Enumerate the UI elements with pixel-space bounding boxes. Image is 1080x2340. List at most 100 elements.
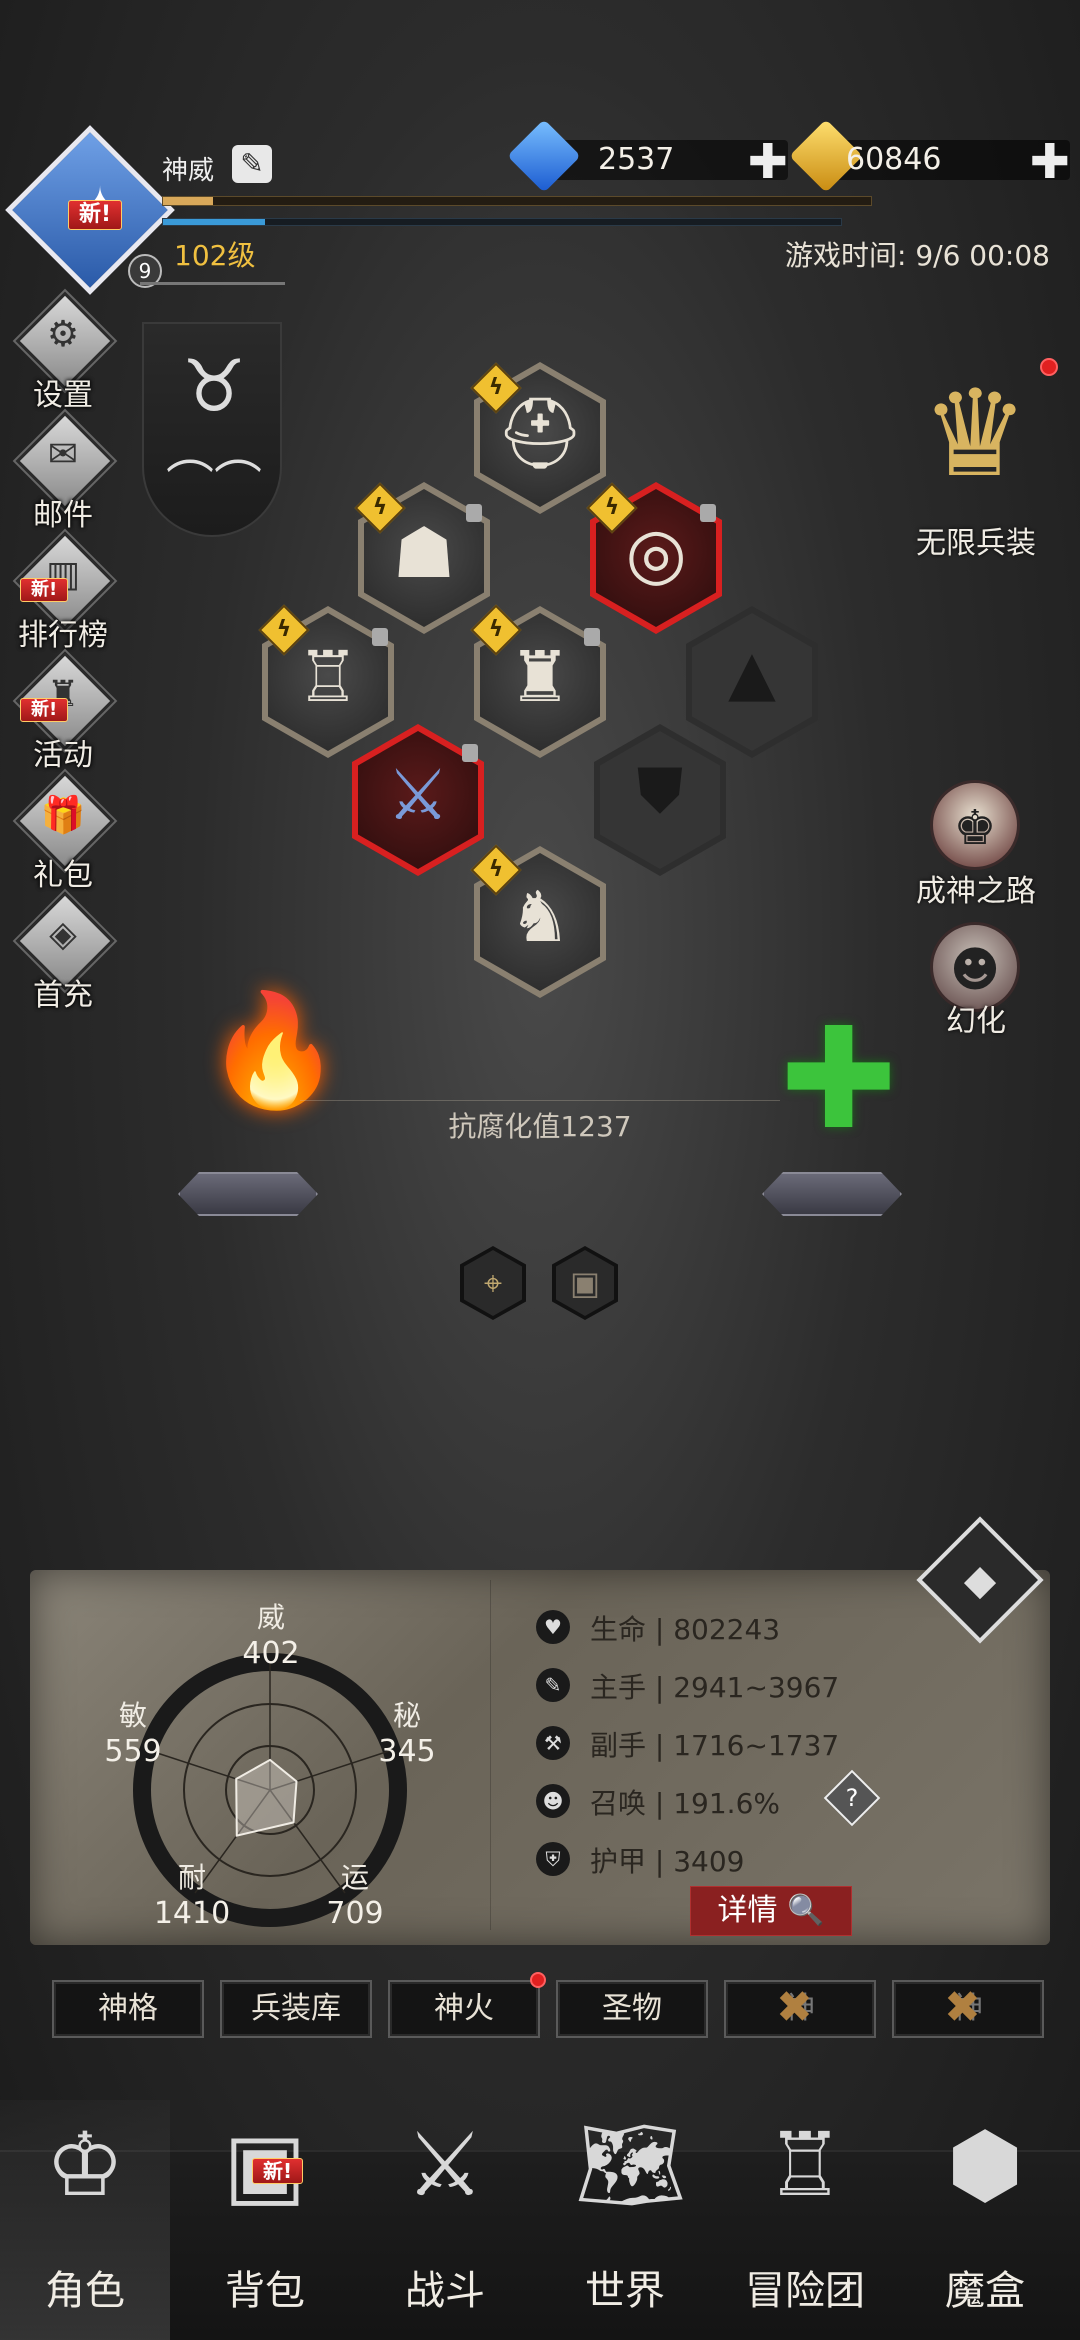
sub-tab-5[interactable]: 神 ✖: [892, 1980, 1044, 2038]
lock-icon: [462, 744, 478, 762]
shield-icon: ⛊: [636, 754, 684, 827]
stat-wei-label: 威: [256, 1601, 285, 1634]
sub-tab-3[interactable]: 圣物: [556, 1980, 708, 2038]
add-gems-button[interactable]: ✚: [748, 134, 788, 190]
player-name: 神威: [162, 156, 215, 186]
gem-currency: 2537 ✚: [507, 119, 788, 193]
nav-label: 魔盒: [945, 2268, 1025, 2314]
sub-tab-2[interactable]: 神火: [388, 1972, 546, 2038]
radar-polygon: [235, 1758, 298, 1837]
gift-icon: 🎁: [40, 795, 86, 836]
stat-min-value: 559: [104, 1734, 162, 1769]
nav-backpack[interactable]: ▣新!背包: [180, 2100, 350, 2340]
edit-name-button[interactable]: ✎: [232, 145, 272, 183]
energy-bar: [162, 218, 842, 226]
nav-character[interactable]: ♔ 角色: [0, 2100, 170, 2340]
lock-icon: [372, 628, 388, 646]
axe-icon: ⚔: [386, 754, 450, 836]
new-badge: 新!: [20, 578, 69, 602]
stat-min-label: 敏: [118, 1699, 147, 1732]
stat-row: ⚒ 副手 | 1716~1737: [536, 1718, 936, 1768]
lock-icon: [584, 628, 600, 646]
crossed-swords-lock-icon: ✖: [776, 1982, 813, 2033]
side-menu-label: 设置: [33, 378, 93, 413]
sub-tab-label: 神格: [98, 1991, 158, 2026]
add-gold-button[interactable]: ✚: [1030, 134, 1070, 190]
sub-tab-4[interactable]: 神 ✖: [724, 1980, 876, 2038]
magic-box-icon: ⬢: [946, 2113, 1024, 2216]
side-menu-mail[interactable]: ✉ 邮件: [8, 411, 118, 533]
lock-icon: [466, 504, 482, 522]
side-menu-gear[interactable]: ⚙ 设置: [8, 291, 118, 413]
stat-row-text: 副手 | 1716~1737: [590, 1729, 840, 1762]
add-slot-button[interactable]: ✚: [780, 1010, 897, 1150]
nav-label: 角色: [45, 2268, 125, 2314]
nav-world-map[interactable]: 🗺 世界: [540, 2100, 710, 2340]
battle-icon: ⚔: [405, 2113, 485, 2216]
stat-row: ♥ 生命 | 802243: [536, 1602, 936, 1652]
infinite-equip-icon[interactable]: ♛: [900, 355, 1050, 515]
lock-button[interactable]: ▣: [552, 1246, 618, 1320]
stat-row-text: 护甲 | 3409: [590, 1845, 745, 1878]
first-charge-icon: ◈: [49, 914, 77, 955]
mail-icon: ✉: [47, 434, 79, 475]
details-button[interactable]: 详情 🔍: [690, 1886, 852, 1936]
nav-magic-box[interactable]: ⬢ 魔盒: [900, 2100, 1070, 2340]
stat-nai: 耐 1410: [152, 1856, 232, 1936]
sub-tab-0[interactable]: 神格: [52, 1980, 204, 2038]
side-menu-label: 活动: [33, 738, 93, 773]
stat-min: 敏 559: [98, 1694, 168, 1774]
godhood-path-label[interactable]: 成神之路: [886, 866, 1066, 910]
world-map-icon: 🗺: [575, 2113, 687, 2216]
side-menu-first-charge[interactable]: ◈ 首充: [8, 891, 118, 1013]
cape-icon: ▲: [728, 636, 776, 709]
sub-tab-1[interactable]: 兵装库: [220, 1980, 372, 2038]
stat-yun-value: 709: [326, 1896, 384, 1931]
player-level: 102级: [174, 239, 256, 272]
stat-row: ✎ 主手 | 2941~3967: [536, 1660, 936, 1710]
side-menu-ranking[interactable]: ▥ 新! 排行榜: [8, 531, 118, 653]
stat-mi-value: 345: [378, 1734, 436, 1769]
location-button[interactable]: ⌖: [460, 1246, 526, 1320]
blue-gem-icon: [507, 119, 581, 193]
left-pedestal: [178, 1172, 318, 1216]
side-menu-label: 邮件: [33, 498, 93, 533]
new-badge: 新!: [20, 698, 69, 722]
gem-amount: 2537: [598, 142, 675, 177]
character-icon: ♔: [45, 2113, 125, 2216]
wing-crest-icon: ⌒⌒: [165, 456, 262, 512]
transform-label[interactable]: 幻化: [886, 996, 1066, 1040]
nav-label: 冒险团: [745, 2268, 865, 2314]
gold-currency: 60846 ✚: [789, 119, 1070, 193]
stat-mi-label: 秘: [392, 1699, 421, 1732]
stat-row-text: 生命 | 802243: [590, 1613, 781, 1646]
equip-slot-cape[interactable]: ▲: [686, 606, 818, 758]
energy-bar-fill: [163, 219, 265, 225]
stat-row-text: 召唤 | 191.6%: [590, 1787, 780, 1820]
demon-crest-icon: ♉: [181, 344, 247, 428]
godhood-path-icon[interactable]: ♚: [930, 780, 1020, 870]
stat-nai-label: 耐: [177, 1861, 206, 1894]
equip-slot-shield[interactable]: ⛊: [594, 724, 726, 876]
stat-wei-value: 402: [242, 1636, 300, 1671]
xp-bar: [162, 196, 872, 206]
crossed-swords-lock-icon: ✖: [944, 1982, 981, 2033]
infinite-equip-label[interactable]: 无限兵装: [886, 518, 1066, 562]
sub-tab-label: 圣物: [602, 1991, 662, 2026]
nav-adventure-team[interactable]: ♖ 冒险团: [720, 2100, 890, 2340]
stat-mi: 秘 345: [372, 1694, 442, 1774]
right-pedestal: [762, 1172, 902, 1216]
guild-banner[interactable]: ♉ ⌒⌒: [142, 322, 282, 537]
new-badge: 新!: [252, 2158, 304, 2184]
status-bar: [0, 0, 1080, 20]
banner-rod: [140, 282, 285, 322]
nav-battle[interactable]: ⚔ 战斗: [360, 2100, 530, 2340]
stat-yun: 运 709: [320, 1856, 390, 1936]
sub-tab-label: 神火: [434, 1991, 494, 2026]
adventure-team-icon: ♖: [765, 2113, 845, 2216]
corrosion-resistance: 抗腐化值1237: [300, 1100, 780, 1145]
layers-icon: ◆: [963, 1555, 997, 1604]
side-menu-activity[interactable]: ♜ 新! 活动: [8, 651, 118, 773]
side-menu-gift[interactable]: 🎁 礼包: [8, 771, 118, 893]
flame-icon[interactable]: 🔥: [205, 970, 342, 1130]
